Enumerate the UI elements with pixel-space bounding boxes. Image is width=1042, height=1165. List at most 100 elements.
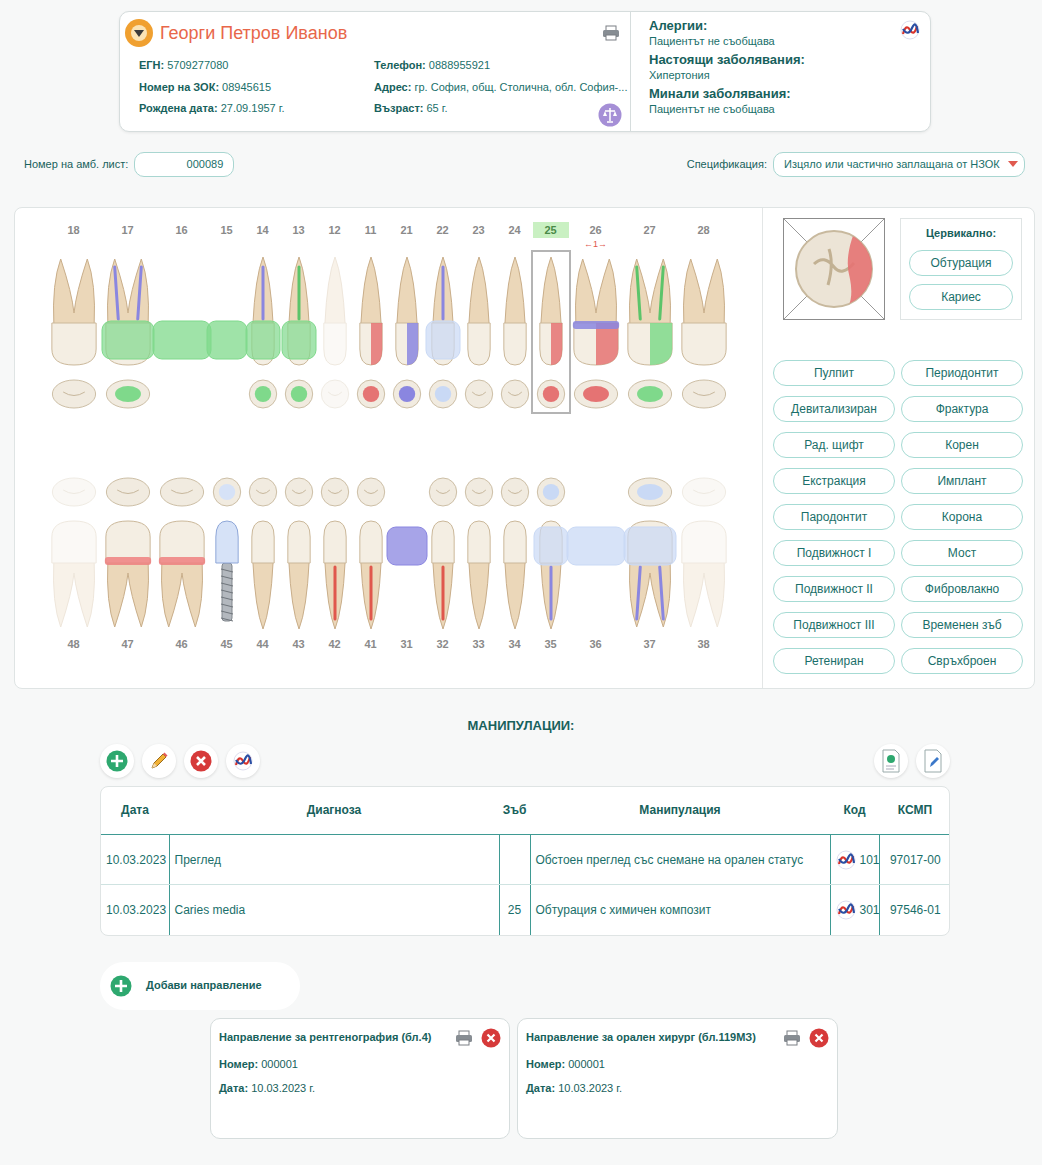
tooth-side-view[interactable] xyxy=(623,513,677,633)
condition-button[interactable]: Пулпит xyxy=(773,360,895,386)
tooth-occlusal-view[interactable] xyxy=(497,377,533,411)
tooth[interactable]: 34 xyxy=(497,472,533,664)
tooth[interactable]: 46 xyxy=(155,472,209,664)
tooth-number[interactable]: 17 xyxy=(101,222,155,238)
tooth-occlusal-view[interactable] xyxy=(281,475,317,509)
tooth-number[interactable]: 38 xyxy=(677,636,731,652)
tooth-number[interactable]: 31 xyxy=(389,636,425,652)
tooth-side-view[interactable] xyxy=(101,513,155,633)
tooth-side-view[interactable] xyxy=(461,253,497,373)
tooth-side-view[interactable] xyxy=(677,513,731,633)
tooth[interactable]: 45 xyxy=(209,472,245,664)
tooth[interactable]: 47 xyxy=(101,472,155,664)
tooth[interactable]: 26←1→ xyxy=(569,222,623,414)
tooth[interactable]: 21 xyxy=(389,222,425,414)
column-header[interactable]: Дата xyxy=(101,787,169,835)
cervical-button[interactable]: Кариес xyxy=(909,284,1013,310)
tooth-occlusal-view[interactable] xyxy=(677,475,731,509)
tooth-occlusal-view[interactable] xyxy=(389,475,425,509)
tooth-side-view[interactable] xyxy=(425,253,461,373)
tooth-occlusal-view[interactable] xyxy=(209,377,245,411)
tooth[interactable]: 32 xyxy=(425,472,461,664)
tooth-box[interactable] xyxy=(243,250,283,414)
condition-button[interactable]: Временен зъб xyxy=(901,612,1023,638)
tooth-box[interactable] xyxy=(351,250,391,414)
tooth[interactable]: 24 xyxy=(497,222,533,414)
printer-icon[interactable] xyxy=(783,1030,801,1046)
printer-icon[interactable] xyxy=(602,25,620,41)
tooth-box[interactable] xyxy=(279,250,319,414)
tooth-box[interactable] xyxy=(315,250,355,414)
tooth-side-view[interactable] xyxy=(389,513,425,633)
condition-button[interactable]: Фрактура xyxy=(901,396,1023,422)
referral-card[interactable]: Направление за рентгенография (бл.4)Номе… xyxy=(210,1018,510,1139)
table-row[interactable]: 10.03.2023Caries media25Обтурация с хими… xyxy=(101,885,950,935)
tooth-occlusal-view[interactable] xyxy=(461,377,497,411)
tooth-box[interactable] xyxy=(567,472,625,636)
tooth-occlusal-view[interactable] xyxy=(155,377,209,411)
invoice-icon[interactable] xyxy=(874,744,908,778)
tooth-box[interactable] xyxy=(621,472,679,636)
tooth-number[interactable]: 23 xyxy=(461,222,497,238)
tooth[interactable]: 14 xyxy=(245,222,281,414)
condition-button[interactable]: Фибровлакно xyxy=(901,576,1023,602)
tooth-occlusal-view[interactable] xyxy=(245,475,281,509)
tooth-number[interactable]: 26 xyxy=(569,222,623,238)
tooth-box[interactable] xyxy=(495,472,535,636)
tooth-side-view[interactable] xyxy=(47,253,101,373)
tooth-box[interactable] xyxy=(423,250,463,414)
tooth[interactable]: 44 xyxy=(245,472,281,664)
column-header[interactable]: Манипулация xyxy=(530,787,830,835)
tooth-box[interactable] xyxy=(315,472,355,636)
tooth-box[interactable] xyxy=(99,472,157,636)
tooth-number[interactable]: 32 xyxy=(425,636,461,652)
delete-icon[interactable] xyxy=(184,744,218,778)
tooth[interactable]: 15 xyxy=(209,222,245,414)
tooth-number[interactable]: 24 xyxy=(497,222,533,238)
tooth[interactable]: 37 xyxy=(623,472,677,664)
add-icon[interactable] xyxy=(110,975,132,997)
tooth-box[interactable] xyxy=(279,472,319,636)
tooth[interactable]: 23 xyxy=(461,222,497,414)
tooth-box[interactable] xyxy=(243,472,283,636)
column-header[interactable]: КСМП xyxy=(879,787,950,835)
condition-button[interactable]: Рад. щифт xyxy=(773,432,895,458)
tooth-number[interactable]: 41 xyxy=(353,636,389,652)
delete-icon[interactable] xyxy=(481,1028,501,1048)
tooth-occlusal-view[interactable] xyxy=(47,475,101,509)
tooth-side-view[interactable] xyxy=(623,253,677,373)
tooth[interactable]: 31 xyxy=(389,472,425,664)
tooth-occlusal-view[interactable] xyxy=(317,475,353,509)
tooth-box[interactable] xyxy=(675,472,733,636)
tooth-number[interactable]: 25 xyxy=(533,222,569,238)
cervical-button[interactable]: Обтурация xyxy=(909,250,1013,276)
tooth-occlusal-view[interactable] xyxy=(47,377,101,411)
condition-button[interactable]: Имплант xyxy=(901,468,1023,494)
tooth-occlusal-view[interactable] xyxy=(623,475,677,509)
tooth-occlusal-view[interactable] xyxy=(209,475,245,509)
tooth[interactable]: 16 xyxy=(155,222,209,414)
tooth-box[interactable] xyxy=(621,250,679,414)
tooth[interactable]: 13 xyxy=(281,222,317,414)
condition-button[interactable]: Корона xyxy=(901,504,1023,530)
tooth-box[interactable] xyxy=(495,250,535,414)
tooth-side-view[interactable] xyxy=(389,253,425,373)
tooth-box[interactable] xyxy=(567,250,625,414)
tooth-side-view[interactable] xyxy=(533,253,569,373)
tooth-number[interactable]: 47 xyxy=(101,636,155,652)
avatar-icon[interactable] xyxy=(124,18,154,48)
tooth-occlusal-view[interactable] xyxy=(677,377,731,411)
tooth[interactable]: 28 xyxy=(677,222,731,414)
condition-button[interactable]: Подвижност II xyxy=(773,576,895,602)
tooth-box[interactable] xyxy=(423,472,463,636)
tooth-occlusal-view[interactable] xyxy=(101,377,155,411)
tooth-occlusal-view[interactable] xyxy=(155,475,209,509)
tooth-box[interactable] xyxy=(99,250,157,414)
tooth-number[interactable]: 35 xyxy=(533,636,569,652)
tooth-occlusal-view[interactable] xyxy=(569,475,623,509)
condition-button[interactable]: Девитализиран xyxy=(773,396,895,422)
tooth-number[interactable]: 43 xyxy=(281,636,317,652)
tooth[interactable]: 35 xyxy=(533,472,569,664)
tooth-side-view[interactable] xyxy=(317,253,353,373)
tooth-side-view[interactable] xyxy=(209,253,245,373)
